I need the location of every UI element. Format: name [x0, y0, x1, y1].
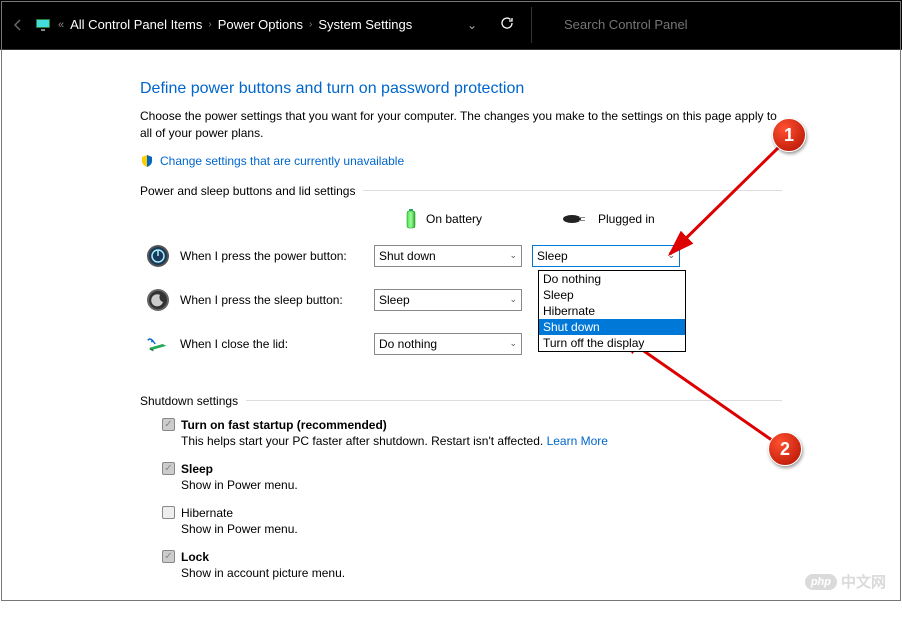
breadcrumb-item[interactable]: All Control Panel Items [70, 17, 202, 32]
lock-desc: Show in account picture menu. [181, 566, 782, 580]
close-lid-battery-select[interactable]: Do nothing⌄ [374, 333, 522, 355]
power-button-row: When I press the power button: Shut down… [140, 244, 782, 268]
search-box[interactable] [554, 11, 894, 38]
dropdown-option-selected[interactable]: Shut down [539, 319, 685, 335]
annotation-badge-1: 1 [772, 118, 806, 152]
power-sleep-legend: Power and sleep buttons and lid settings [140, 184, 363, 198]
chevron-down-icon: ⌄ [509, 294, 517, 305]
learn-more-link[interactable]: Learn More [547, 434, 608, 448]
breadcrumb-item[interactable]: Power Options [218, 17, 303, 32]
refresh-button[interactable] [489, 15, 525, 34]
power-button-label: When I press the power button: [180, 249, 374, 263]
control-panel-icon [34, 16, 52, 34]
sleep-label: Sleep [181, 462, 213, 476]
sleep-button-icon [146, 288, 170, 312]
power-button-battery-select[interactable]: Shut down⌄ [374, 245, 522, 267]
dropdown-option[interactable]: Sleep [539, 287, 685, 303]
search-input[interactable] [564, 17, 884, 32]
chevron-down-icon: ⌄ [509, 338, 517, 349]
fast-startup-desc: This helps start your PC faster after sh… [181, 434, 782, 448]
fast-startup-label: Turn on fast startup (recommended) [181, 418, 387, 432]
plugged-in-dropdown-list: Do nothing Sleep Hibernate Shut down Tur… [538, 270, 686, 352]
page-title: Define power buttons and turn on passwor… [140, 80, 782, 98]
lock-checkbox: ✓ [162, 550, 175, 563]
hibernate-desc: Show in Power menu. [181, 522, 782, 536]
content-area: Define power buttons and turn on passwor… [0, 50, 902, 632]
lock-label: Lock [181, 550, 209, 564]
laptop-lid-icon [146, 332, 170, 356]
change-settings-link[interactable]: Change settings that are currently unava… [160, 154, 404, 168]
shutdown-settings-fieldset: Shutdown settings ✓ Turn on fast startup… [140, 394, 782, 594]
hibernate-label: Hibernate [181, 506, 233, 520]
sleep-item: ✓ Sleep Show in Power menu. [162, 462, 782, 492]
annotation-badge-2: 2 [768, 432, 802, 466]
titlebar: « All Control Panel Items › Power Option… [0, 0, 902, 50]
dropdown-option[interactable]: Turn off the display [539, 335, 685, 351]
php-badge-icon: php [805, 574, 837, 590]
hibernate-item: Hibernate Show in Power menu. [162, 506, 782, 536]
lock-item: ✓ Lock Show in account picture menu. [162, 550, 782, 580]
fast-startup-item: ✓ Turn on fast startup (recommended) Thi… [162, 418, 782, 448]
hibernate-checkbox [162, 506, 175, 519]
chevron-down-icon[interactable]: ⌄ [461, 18, 483, 32]
battery-icon [404, 208, 418, 230]
fast-startup-checkbox: ✓ [162, 418, 175, 431]
chevron-down-icon: ⌄ [509, 250, 517, 261]
dropdown-option[interactable]: Do nothing [539, 271, 685, 287]
watermark: php 中文网 [805, 571, 886, 592]
page-description: Choose the power settings that you want … [140, 108, 782, 142]
chevron-right-icon: › [208, 19, 211, 30]
column-plugged-in: Plugged in [532, 208, 690, 230]
dropdown-option[interactable]: Hibernate [539, 303, 685, 319]
sleep-desc: Show in Power menu. [181, 478, 782, 492]
breadcrumb: All Control Panel Items › Power Options … [70, 17, 412, 32]
power-button-icon [146, 244, 170, 268]
sleep-button-battery-select[interactable]: Sleep⌄ [374, 289, 522, 311]
close-lid-label: When I close the lid: [180, 337, 374, 351]
breadcrumb-item[interactable]: System Settings [318, 17, 412, 32]
shield-icon [140, 154, 154, 168]
back-button[interactable] [8, 15, 28, 35]
shutdown-settings-legend: Shutdown settings [140, 394, 246, 408]
power-button-plugged-select[interactable]: Sleep⌄ [532, 245, 680, 267]
chevron-down-icon: ⌄ [667, 250, 675, 261]
plug-icon [562, 212, 590, 226]
sleep-checkbox: ✓ [162, 462, 175, 475]
chevron-right-icon: › [309, 19, 312, 30]
sleep-button-label: When I press the sleep button: [180, 293, 374, 307]
column-on-battery: On battery [374, 208, 532, 230]
